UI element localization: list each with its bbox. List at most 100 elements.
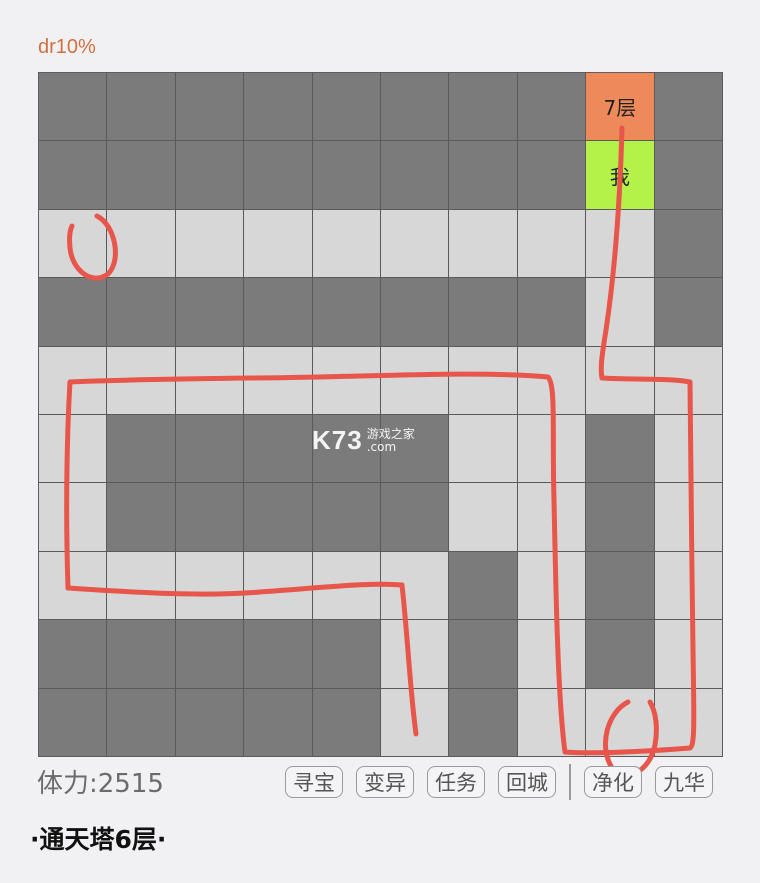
map-cell-wall (244, 278, 313, 347)
map-cell-wall (39, 141, 108, 210)
map-cell-wall (312, 278, 381, 347)
map-cell-floor[interactable] (39, 551, 108, 621)
map-cell-floor[interactable] (39, 346, 108, 415)
map-cell-floor[interactable] (517, 688, 587, 757)
map-cell-wall (107, 73, 176, 142)
action-bar: 寻宝 变异 任务 回城 净化 九华 (285, 764, 713, 800)
map-cell-floor[interactable] (517, 415, 587, 484)
map-cell-wall (517, 278, 587, 347)
map-cell-wall (175, 73, 245, 142)
map-cell-wall (654, 73, 723, 142)
map-cell-wall (449, 141, 518, 210)
map-cell-floor[interactable] (517, 346, 587, 415)
map-cell-floor[interactable] (244, 346, 313, 415)
mutate-button[interactable]: 变异 (356, 766, 414, 798)
map-cell-wall (312, 73, 381, 142)
map-cell-floor[interactable] (654, 688, 723, 757)
map-cell-floor[interactable] (586, 346, 655, 415)
map-cell-wall (449, 688, 518, 757)
map-cell-wall (107, 415, 176, 484)
map-cell-floor[interactable] (312, 209, 381, 279)
map-cell-floor[interactable] (517, 483, 587, 552)
stairs-up-cell[interactable]: 7层 (586, 73, 655, 142)
map-cell-wall (449, 620, 518, 689)
map-cell-floor[interactable] (312, 346, 381, 415)
map-cell-floor[interactable] (654, 346, 723, 415)
map-cell-floor[interactable] (449, 209, 518, 279)
map-cell-wall (107, 620, 176, 689)
map-cell-floor[interactable] (449, 415, 518, 484)
map-cell-wall (517, 141, 587, 210)
treasure-button[interactable]: 寻宝 (285, 766, 343, 798)
purify-button[interactable]: 净化 (584, 766, 642, 798)
quest-button[interactable]: 任务 (427, 766, 485, 798)
map-cell-wall (107, 483, 176, 552)
map-cell-wall (381, 278, 450, 347)
map-cell-floor[interactable] (244, 551, 313, 621)
return-town-button[interactable]: 回城 (498, 766, 556, 798)
map-cell-wall (381, 483, 450, 552)
map-cell-floor[interactable] (449, 483, 518, 552)
map-cell-wall (586, 551, 655, 621)
map-cell-wall (175, 141, 245, 210)
map-cell-wall (586, 415, 655, 484)
map-cell-floor[interactable] (107, 346, 176, 415)
map-cell-floor[interactable] (39, 483, 108, 552)
map-cell-wall (517, 73, 587, 142)
map-cell-floor[interactable] (312, 551, 381, 621)
map-cell-wall (244, 141, 313, 210)
map-cell-wall (175, 688, 245, 757)
map-cell-wall (244, 620, 313, 689)
map-cell-wall (175, 415, 245, 484)
floor-title: ·通天塔6层· (30, 825, 167, 854)
map-cell-wall (244, 688, 313, 757)
map-cell-wall (312, 688, 381, 757)
map-cell-floor[interactable] (175, 551, 245, 621)
map-cell-floor[interactable] (586, 278, 655, 347)
map-cell-wall (449, 73, 518, 142)
map-cell-wall (586, 483, 655, 552)
map-cell-wall (654, 278, 723, 347)
map-cell-floor[interactable] (175, 346, 245, 415)
map-cell-floor[interactable] (39, 415, 108, 484)
map-cell-wall (586, 620, 655, 689)
map-cell-wall (449, 278, 518, 347)
map-cell-floor[interactable] (381, 688, 450, 757)
map-cell-floor[interactable] (244, 209, 313, 279)
map-cell-wall (107, 141, 176, 210)
map-cell-wall (654, 141, 723, 210)
map-cell-floor[interactable] (107, 209, 176, 279)
map-cell-floor[interactable] (654, 620, 723, 689)
map-cell-floor[interactable] (654, 551, 723, 621)
map-cell-wall (175, 278, 245, 347)
map-cell-wall (381, 73, 450, 142)
map-cell-wall (39, 73, 108, 142)
map-cell-floor[interactable] (654, 415, 723, 484)
map-cell-floor[interactable] (381, 620, 450, 689)
map-cell-floor[interactable] (39, 209, 108, 279)
map-cell-wall (107, 278, 176, 347)
map-cell-floor[interactable] (586, 209, 655, 279)
drop-rate-label: dr10% (38, 36, 96, 58)
map-cell-floor[interactable] (381, 209, 450, 279)
map-cell-floor[interactable] (449, 346, 518, 415)
map-cell-floor[interactable] (107, 551, 176, 621)
map-cell-floor[interactable] (517, 551, 587, 621)
map-cell-floor[interactable] (175, 209, 245, 279)
map-cell-floor[interactable] (381, 551, 450, 621)
player-cell: 我 (586, 141, 655, 210)
map-cell-floor[interactable] (517, 209, 587, 279)
jiuhua-button[interactable]: 九华 (655, 766, 713, 798)
map-cell-wall (175, 620, 245, 689)
action-divider (569, 764, 571, 800)
map-cell-wall (175, 483, 245, 552)
map-cell-wall (449, 551, 518, 621)
watermark-line1: 游戏之家 (366, 426, 415, 441)
map-cell-wall (381, 141, 450, 210)
map-cell-floor[interactable] (654, 483, 723, 552)
map-cell-floor[interactable] (517, 620, 587, 689)
map-cell-floor[interactable] (381, 346, 450, 415)
map-cell-floor[interactable] (586, 688, 655, 757)
map-cell-wall (312, 141, 381, 210)
map-cell-wall (39, 278, 108, 347)
